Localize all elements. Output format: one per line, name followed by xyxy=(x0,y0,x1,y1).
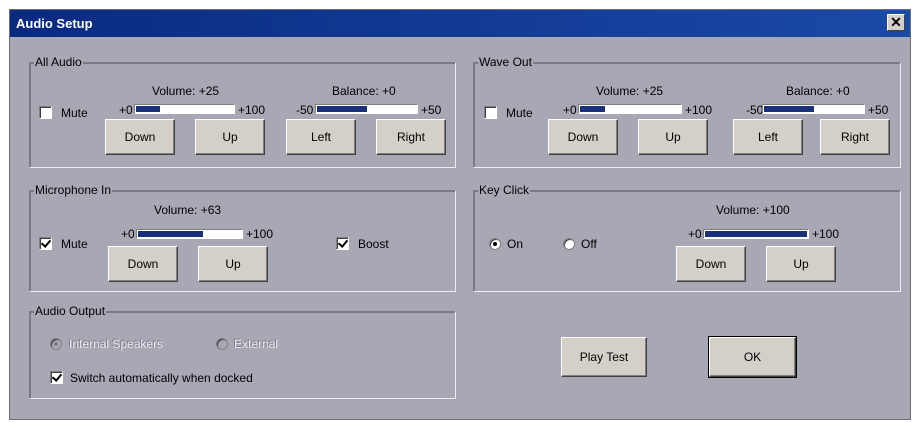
key-click-off-radio[interactable] xyxy=(563,238,575,250)
all-audio-volume-bar xyxy=(134,104,235,114)
key-click-group: Key Click On Off Volume: +100 +0 +100 Do… xyxy=(473,183,901,292)
mic-volume-down-button[interactable]: Down xyxy=(108,246,178,282)
volume-max-label: +100 xyxy=(685,103,713,117)
volume-min-label: +0 xyxy=(688,227,702,241)
volume-label: Volume: +25 xyxy=(152,84,220,98)
volume-max-label: +100 xyxy=(812,227,840,241)
key-click-volume-bar xyxy=(703,229,809,239)
boost-label: Boost xyxy=(358,237,389,251)
volume-max-label: +100 xyxy=(238,103,266,117)
play-test-button[interactable]: Play Test xyxy=(561,337,647,377)
mic-boost-checkbox[interactable] xyxy=(336,237,349,250)
volume-min-label: +0 xyxy=(563,103,577,117)
switch-when-docked-checkbox[interactable] xyxy=(50,371,63,384)
wave-out-balance-right-button[interactable]: Right xyxy=(820,119,890,155)
mute-label: Mute xyxy=(506,106,533,120)
volume-max-label: +100 xyxy=(246,227,274,241)
window-title: Audio Setup xyxy=(16,16,93,31)
wave-out-mute-checkbox[interactable] xyxy=(484,106,497,119)
group-title: All Audio xyxy=(34,55,83,69)
off-label: Off xyxy=(581,237,597,251)
mic-mute-checkbox[interactable] xyxy=(39,237,52,250)
title-bar[interactable]: Audio Setup ✕ xyxy=(10,10,910,37)
volume-fill xyxy=(580,106,605,112)
microphone-in-group: Microphone In Mute Volume: +63 +0 +100 B… xyxy=(29,183,456,292)
balance-label: Balance: +0 xyxy=(332,84,396,98)
volume-label: Volume: +100 xyxy=(716,203,790,217)
internal-speakers-label: Internal Speakers xyxy=(69,337,164,351)
volume-label: Volume: +25 xyxy=(596,84,664,98)
volume-label: Volume: +63 xyxy=(154,203,222,217)
internal-speakers-radio[interactable] xyxy=(50,338,62,350)
all-audio-volume-up-button[interactable]: Up xyxy=(195,119,265,155)
external-radio[interactable] xyxy=(216,338,228,350)
on-label: On xyxy=(507,237,524,251)
all-audio-group: All Audio Mute Volume: +25 +0 +100 Balan… xyxy=(29,55,456,168)
external-label: External xyxy=(234,337,279,351)
balance-min-label: -50 xyxy=(746,103,764,117)
mute-label: Mute xyxy=(61,237,88,251)
wave-out-balance-left-button[interactable]: Left xyxy=(733,119,803,155)
wave-out-balance-bar xyxy=(762,104,865,114)
close-button[interactable]: ✕ xyxy=(887,14,905,31)
mic-volume-bar xyxy=(136,229,243,239)
all-audio-balance-left-button[interactable]: Left xyxy=(286,119,356,155)
wave-out-group: Wave Out Mute Volume: +25 +0 +100 Balanc… xyxy=(473,55,901,168)
switch-when-docked-label: Switch automatically when docked xyxy=(70,371,253,385)
balance-max-label: +50 xyxy=(421,103,442,117)
group-title: Wave Out xyxy=(478,55,533,69)
group-title: Audio Output xyxy=(34,304,107,318)
balance-fill xyxy=(317,106,367,112)
audio-setup-dialog: Audio Setup ✕ All Audio Mute Volume: +25… xyxy=(9,9,911,420)
close-icon: ✕ xyxy=(890,14,902,30)
balance-max-label: +50 xyxy=(868,103,889,117)
balance-label: Balance: +0 xyxy=(786,84,850,98)
balance-fill xyxy=(764,106,814,112)
balance-min-label: -50 xyxy=(296,103,314,117)
group-title: Microphone In xyxy=(34,183,113,197)
volume-fill xyxy=(136,106,160,112)
all-audio-mute-checkbox[interactable] xyxy=(39,106,52,119)
mute-label: Mute xyxy=(61,106,88,120)
wave-out-volume-down-button[interactable]: Down xyxy=(548,119,618,155)
all-audio-volume-down-button[interactable]: Down xyxy=(105,119,175,155)
all-audio-balance-right-button[interactable]: Right xyxy=(376,119,446,155)
key-click-volume-up-button[interactable]: Up xyxy=(766,246,836,282)
key-click-volume-down-button[interactable]: Down xyxy=(676,246,746,282)
audio-output-group: Audio Output Internal Speakers External … xyxy=(29,304,456,399)
mic-volume-up-button[interactable]: Up xyxy=(198,246,268,282)
group-title: Key Click xyxy=(478,183,531,197)
ok-button[interactable]: OK xyxy=(708,336,797,378)
wave-out-volume-up-button[interactable]: Up xyxy=(638,119,708,155)
volume-fill xyxy=(705,231,807,237)
all-audio-balance-bar xyxy=(315,104,418,114)
volume-min-label: +0 xyxy=(121,227,135,241)
volume-fill xyxy=(138,231,203,237)
wave-out-volume-bar xyxy=(578,104,682,114)
volume-min-label: +0 xyxy=(119,103,133,117)
key-click-on-radio[interactable] xyxy=(489,238,501,250)
